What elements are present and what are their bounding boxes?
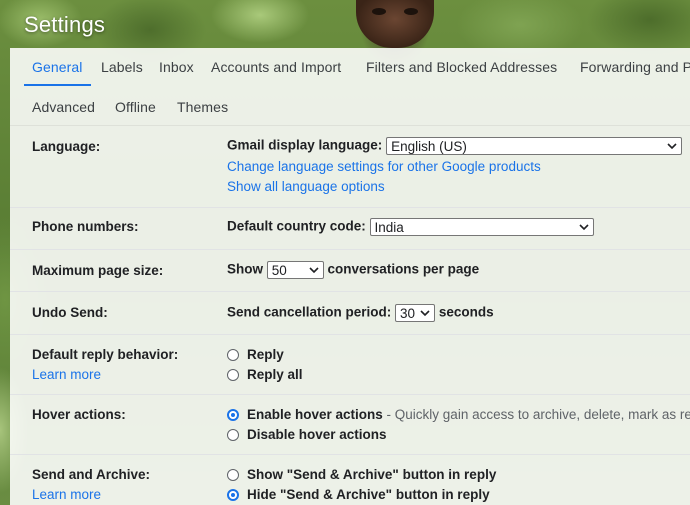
setting-label-phone-numbers: Phone numbers: [32, 219, 139, 234]
tabs-divider [10, 125, 690, 126]
country-code-value: India [374, 220, 404, 235]
reply-all-option[interactable]: Reply all [227, 367, 303, 382]
setting-label-language: Language: [32, 139, 101, 154]
reply-all-option-label: Reply all [247, 367, 303, 382]
change-language-settings-link[interactable]: Change language settings for other Googl… [227, 159, 541, 174]
undo-send-value: 30 [400, 306, 416, 321]
page-size-value: 50 [271, 263, 287, 278]
undo-send-control: Send cancellation period: 30 seconds [227, 304, 494, 322]
setting-label-send-and-archive: Send and Archive: [32, 467, 151, 482]
chevron-down-icon [667, 143, 677, 150]
show-send-archive-option[interactable]: Show "Send & Archive" button in reply [227, 467, 496, 482]
display-language-value: English (US) [391, 139, 467, 154]
tab-forwarding-and-pop-imap[interactable]: Forwarding and POP/IMAP [580, 48, 690, 86]
tab-inbox[interactable]: Inbox [159, 48, 194, 86]
setting-row-send-and-archive: Send and Archive: Learn more Show "Send … [10, 454, 690, 505]
show-send-archive-radio[interactable] [227, 469, 239, 482]
setting-label-default-reply: Default reply behavior: [32, 347, 179, 362]
tab-offline[interactable]: Offline [115, 88, 156, 126]
setting-row-hover-actions: Hover actions: Enable hover actions - Qu… [10, 394, 690, 455]
chevron-down-icon [420, 310, 430, 317]
reply-option-label: Reply [247, 347, 284, 362]
disable-hover-option[interactable]: Disable hover actions [227, 427, 387, 442]
undo-send-suffix: seconds [438, 304, 494, 320]
send-archive-learn-more-link[interactable]: Learn more [32, 487, 101, 502]
page-size-suffix: conversations per page [327, 261, 480, 277]
setting-row-language: Language: Gmail display language: Englis… [10, 128, 690, 208]
page-size-control: Show 50 conversations per page [227, 261, 479, 279]
setting-row-undo-send: Undo Send: Send cancellation period: 30 … [10, 291, 690, 335]
page-size-prefix: Show [227, 261, 263, 277]
chevron-down-icon [309, 267, 319, 274]
setting-label-hover-actions: Hover actions: [32, 407, 126, 422]
enable-hover-label: Enable hover actions [247, 407, 383, 422]
setting-row-phone-numbers: Phone numbers: Default country code: Ind… [10, 207, 690, 250]
display-language-select[interactable]: English (US) [386, 137, 683, 155]
setting-label-max-page-size: Maximum page size: [32, 263, 164, 278]
country-code-control: Default country code: India [227, 218, 594, 236]
tabs-row-primary: General Labels Inbox Accounts and Import… [10, 48, 690, 87]
page-size-select[interactable]: 50 [266, 261, 324, 279]
undo-send-select[interactable]: 30 [395, 304, 436, 322]
enable-hover-option[interactable]: Enable hover actions - Quickly gain acce… [227, 407, 690, 422]
tab-advanced[interactable]: Advanced [32, 88, 95, 126]
chevron-down-icon [578, 224, 589, 231]
tab-labels[interactable]: Labels [101, 48, 143, 86]
enable-hover-radio[interactable] [227, 409, 239, 422]
tab-themes[interactable]: Themes [177, 88, 228, 126]
country-code-select[interactable]: India [369, 218, 594, 236]
display-language-label: Gmail display language: [227, 137, 383, 153]
reply-radio[interactable] [227, 349, 239, 362]
undo-send-prefix: Send cancellation period: [227, 304, 392, 320]
reply-all-radio[interactable] [227, 369, 239, 382]
hide-send-archive-radio[interactable] [227, 489, 239, 502]
display-language-control: Gmail display language: English (US) [227, 137, 683, 155]
disable-hover-radio[interactable] [227, 429, 239, 442]
disable-hover-label: Disable hover actions [247, 427, 387, 442]
show-all-language-options-link[interactable]: Show all language options [227, 179, 385, 194]
hide-send-archive-label: Hide "Send & Archive" button in reply [247, 487, 490, 502]
enable-hover-description: - Quickly gain access to archive, delete… [382, 407, 690, 422]
tab-general[interactable]: General [24, 48, 90, 86]
setting-row-default-reply: Default reply behavior: Learn more Reply… [10, 334, 690, 395]
settings-panel: General Labels Inbox Accounts and Import… [10, 48, 690, 505]
country-code-label: Default country code: [227, 218, 366, 234]
page-title: Settings [24, 12, 106, 37]
tab-accounts-and-import[interactable]: Accounts and Import [211, 48, 341, 86]
tab-filters-and-blocked-addresses[interactable]: Filters and Blocked Addresses [366, 48, 557, 86]
setting-label-undo-send: Undo Send: [32, 305, 108, 320]
reply-option[interactable]: Reply [227, 347, 284, 362]
show-send-archive-label: Show "Send & Archive" button in reply [247, 467, 497, 482]
hide-send-archive-option[interactable]: Hide "Send & Archive" button in reply [227, 487, 490, 502]
setting-row-max-page-size: Maximum page size: Show 50 conversations… [10, 249, 690, 292]
reply-learn-more-link[interactable]: Learn more [32, 367, 101, 382]
